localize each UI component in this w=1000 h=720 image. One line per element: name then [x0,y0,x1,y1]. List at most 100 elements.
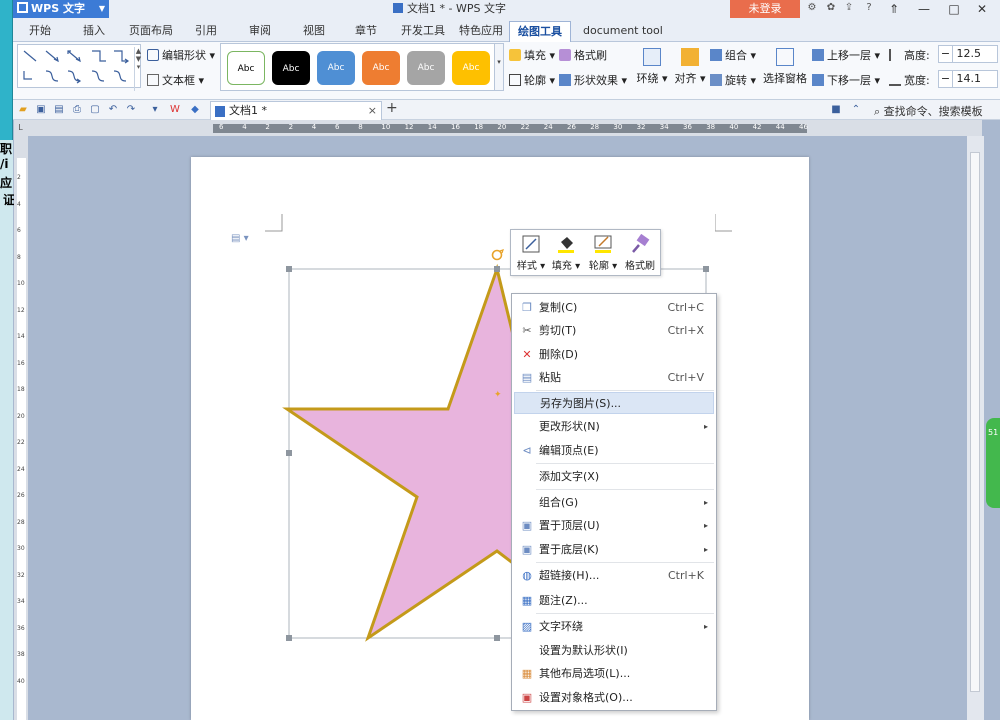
outline-button[interactable]: 轮廓 ▾ [509,72,555,88]
settings-icon[interactable]: ✿ [825,2,837,14]
shape-effects-button[interactable]: 形状效果 ▾ [559,72,627,88]
help-icon[interactable]: ? [863,2,875,14]
menu-label: 粘贴 [539,371,561,384]
menu-item-change-shape[interactable]: 更改形状(N) ▸ [514,416,714,438]
menu-item-group[interactable]: 组合(G) ▸ [514,492,714,514]
mini-format-painter-button[interactable]: 格式刷 [621,234,659,272]
maximize-button[interactable]: □ [943,0,965,18]
style-swatch[interactable]: Abc [227,51,265,85]
tab-special-apps[interactable]: 特色应用 [451,21,511,42]
shape-gallery[interactable]: ▲ ▼ ▾ [17,44,142,91]
gallery-scroll[interactable]: ▲ ▼ ▾ [134,47,142,91]
menu-item-caption[interactable]: ▦ 题注(Z)... [514,590,714,612]
box-icon[interactable]: ◆ [189,104,201,116]
print-preview-icon[interactable]: ▢ [89,104,101,116]
height-decrease-button[interactable]: − [939,46,953,62]
menu-item-layout-options[interactable]: ▦ 其他布局选项(L)... [514,663,714,685]
search-command-box[interactable]: ⌕ 查找命令、搜索模板 [874,103,983,119]
menu-label: 置于底层(K) [539,543,599,556]
menu-item-cut[interactable]: ✂ 剪切(T) Ctrl+X [514,320,714,342]
menu-label: 添加文字(X) [539,470,600,483]
text-box-button[interactable]: 文本框 ▾ [147,72,204,88]
width-decrease-button[interactable]: − [939,71,953,87]
style-swatch[interactable]: Abc [317,51,355,85]
width-field[interactable]: − 14.1 [938,70,998,88]
tab-document[interactable]: 文档1 * × [210,101,382,120]
scrollbar-thumb[interactable] [970,152,980,692]
menu-item-edit-points[interactable]: ⊲ 编辑顶点(E) [514,440,714,462]
height-field[interactable]: − 12.5 [938,45,998,63]
style-gallery-more-button[interactable]: ▾ [494,43,504,91]
menu-item-hyperlink[interactable]: ◍ 超链接(H)... Ctrl+K [514,565,714,587]
tab-view[interactable]: 视图 [295,21,333,42]
horizontal-ruler[interactable]: 6 4 2 2 4 6 8 10 12 14 16 18 20 22 24 26 28 30 32 34 36 38 40 4… [27,120,982,136]
app-name: WPS 文字 [31,2,85,15]
ruler-tick-label: 38 [17,651,25,658]
app-menu-button[interactable]: WPS 文字 ▼ [13,0,109,18]
menu-item-text-wrap[interactable]: ▨ 文字环绕 ▸ [514,616,714,638]
menu-item-format-object[interactable]: ▣ 设置对象格式(O)... [514,687,714,709]
menu-item-add-text[interactable]: 添加文字(X) [514,466,714,488]
share-icon[interactable]: ⇪ [843,2,855,14]
tab-references[interactable]: 引用 [187,21,225,42]
style-swatch[interactable]: Abc [452,51,490,85]
open-icon[interactable]: ▰ [17,104,29,116]
tab-insert[interactable]: 插入 [75,21,113,42]
mini-style-button[interactable]: 样式 ▾ [512,234,550,272]
save-icon[interactable]: ▣ [35,104,47,116]
style-swatch[interactable]: Abc [272,51,310,85]
menu-item-send-to-back[interactable]: ▣ 置于底层(K) ▸ [514,539,714,561]
redo-icon[interactable]: ↷ [125,104,137,116]
tab-chapter[interactable]: 章节 [347,21,385,42]
delete-icon: ✕ [522,348,532,361]
bring-forward-button[interactable]: 上移一层 ▾ [812,47,880,63]
menu-item-bring-to-front[interactable]: ▣ 置于顶层(U) ▸ [514,515,714,537]
close-icon[interactable]: × [368,102,377,120]
edit-shape-button[interactable]: 编辑形状 ▾ [147,47,215,63]
vertical-scrollbar[interactable] [967,136,984,720]
menu-item-set-default-shape[interactable]: 设置为默认形状(I) [514,640,714,662]
tab-drawing-tools[interactable]: 绘图工具 [509,21,571,42]
menu-item-save-as-picture[interactable]: 另存为图片(S)... [514,392,714,414]
customize-chevron-icon[interactable]: ▾ [149,104,161,116]
wrap-button[interactable]: 环绕 ▾ [635,48,669,86]
restore-ribbon-button[interactable]: ⇑ [883,0,905,18]
login-button[interactable]: 未登录 [730,0,800,18]
undo-icon[interactable]: ↶ [107,104,119,116]
group-button[interactable]: 组合 ▾ [710,47,756,63]
adjust-handle: ✦ [494,390,502,400]
send-backward-button[interactable]: 下移一层 ▾ [812,72,880,88]
print-icon[interactable]: ⎙ [71,104,83,116]
new-tab-button[interactable]: + [386,100,398,116]
fill-bucket-icon [509,49,521,61]
style-swatch[interactable]: Abc [407,51,445,85]
align-button[interactable]: 对齐 ▾ [673,48,707,86]
export-pdf-icon[interactable]: ▤ [53,104,65,116]
format-painter-button[interactable]: 格式刷 [559,47,607,63]
side-floating-widget[interactable]: 51 [986,418,1000,508]
menu-item-delete[interactable]: ✕ 删除(D) [514,344,714,366]
vertical-ruler[interactable]: 2 4 6 8 10 12 14 16 18 20 22 24 26 28 30 32 34 36 38 40 [14,136,28,720]
style-swatch[interactable]: Abc [362,51,400,85]
submenu-arrow-icon: ▸ [703,422,708,431]
tab-document-tool[interactable]: document tool [575,21,671,42]
menu-item-copy[interactable]: ❐ 复制(C) Ctrl+C [514,297,714,319]
mini-outline-button[interactable]: 轮廓 ▾ [584,234,622,272]
skin-icon[interactable]: ⚙ [806,2,818,14]
rotate-button[interactable]: 旋转 ▾ [710,72,756,88]
minimize-button[interactable]: — [913,0,935,18]
search-icon: ⌕ [874,105,884,118]
ruler-tab-selector[interactable]: L [14,120,27,136]
menu-item-paste[interactable]: ▤ 粘贴 Ctrl+V [514,367,714,389]
chevron-up-icon[interactable]: ⌃ [850,104,862,116]
tab-page-layout[interactable]: 页面布局 [121,21,181,42]
fill-button[interactable]: 填充 ▾ [509,47,555,63]
tab-home[interactable]: 开始 [21,21,59,42]
tab-review[interactable]: 审阅 [241,21,279,42]
skin-icon[interactable]: ■ [830,104,842,116]
tab-developer[interactable]: 开发工具 [393,21,453,42]
selection-pane-button[interactable]: 选择窗格 [762,48,808,86]
wps-cloud-icon[interactable]: W [169,104,181,116]
close-button[interactable]: ✕ [971,0,993,18]
mini-fill-button[interactable]: 填充 ▾ [547,234,585,272]
